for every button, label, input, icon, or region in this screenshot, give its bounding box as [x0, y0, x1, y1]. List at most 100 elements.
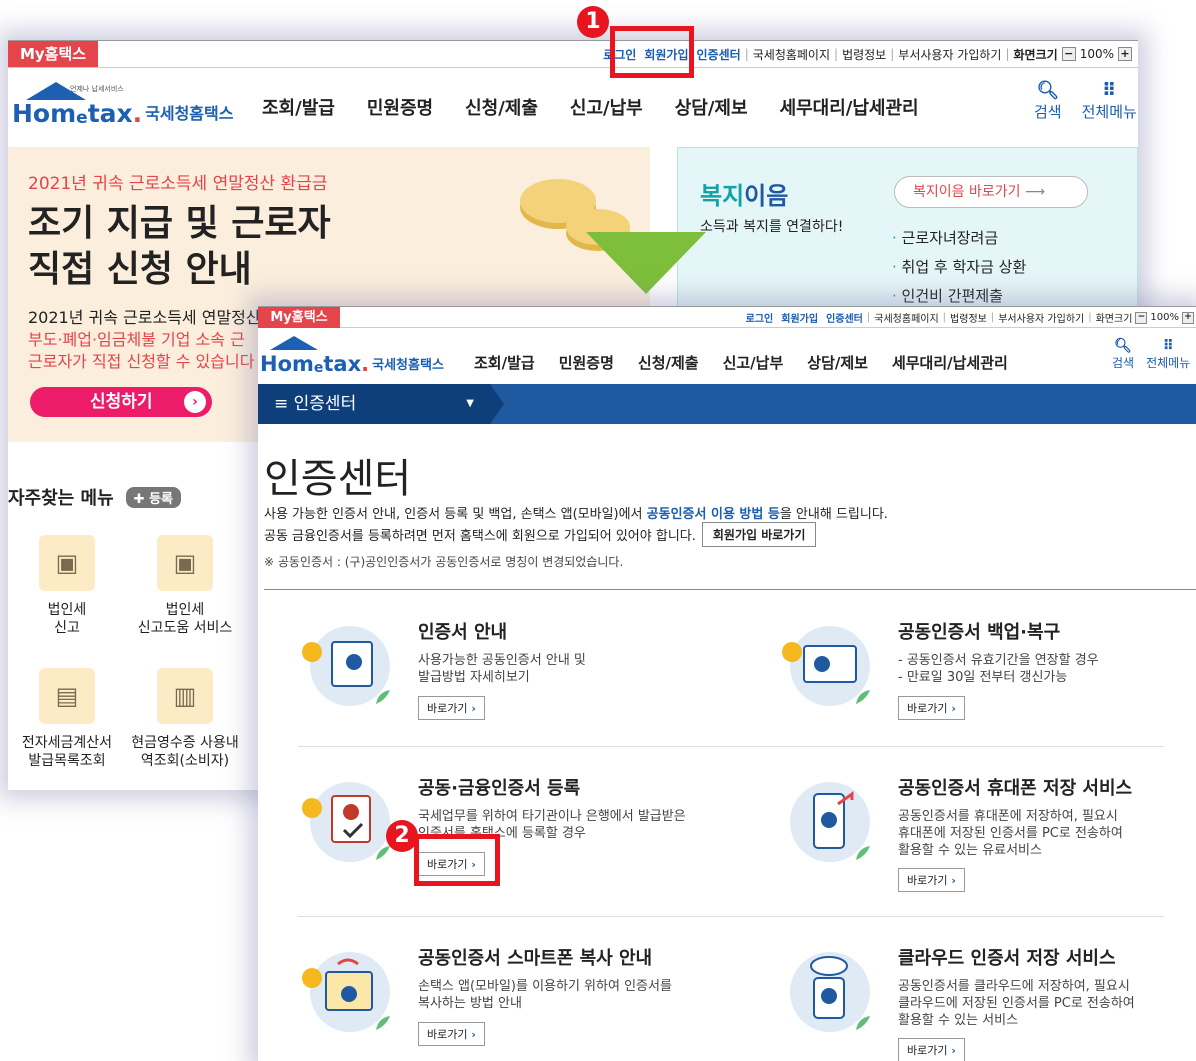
- login-link[interactable]: 로그인: [746, 310, 774, 325]
- banner-title: 조기 지급 및 근로자 직접 신청 안내: [28, 203, 331, 290]
- law-info-link[interactable]: 법령정보: [842, 46, 886, 63]
- breadcrumb[interactable]: ≡ 인증센터 ▼: [258, 384, 504, 424]
- my-hometax-tab[interactable]: My홈택스: [8, 41, 98, 67]
- fav-corp-tax-report[interactable]: ▣ 법인세 신고: [8, 535, 126, 637]
- search-icon: 🔍︎: [1036, 80, 1060, 101]
- nav-apply[interactable]: 신청/제출: [638, 352, 699, 373]
- utility-links: 로그인 회원가입 인증센터 | 국세청홈페이지 | 법령정보 | 부서사용자 가입하기…: [746, 307, 1194, 328]
- go-button[interactable]: 바로가기: [898, 868, 965, 892]
- zoom-out-button[interactable]: −: [1135, 311, 1148, 324]
- fav-cash-receipt[interactable]: ▥ 현금영수증 사용내 역조회(소비자): [126, 668, 244, 770]
- add-favorite-button[interactable]: ✚ 등록: [125, 486, 181, 508]
- step-marker-2: 2: [386, 820, 418, 852]
- go-button[interactable]: 바로가기: [418, 1022, 485, 1046]
- welfare-subtitle: 소득과 복지를 연결하다!: [700, 219, 844, 235]
- cert-center-link[interactable]: 인증센터: [826, 310, 863, 325]
- smartphone-copy-icon: [302, 952, 390, 1032]
- main-nav: 조회/발급 민원증명 신청/제출 신고/납부 상담/제보 세무대리/납세관리: [474, 352, 1008, 373]
- document-search-icon: ▣: [157, 535, 213, 591]
- card-cert-guide: 인증서 안내 사용가능한 공동인증서 안내 및 발급방법 자세히보기 바로가기: [298, 618, 718, 728]
- divider: [298, 746, 1164, 747]
- search-button[interactable]: 🔍︎ 검색: [1112, 338, 1134, 371]
- zoom-level: 100%: [1079, 47, 1114, 61]
- header-tools: 🔍︎ 검색 ⠿ 전체메뉴: [1034, 80, 1137, 122]
- grid-icon: ⠿: [1162, 338, 1174, 354]
- header-tools: 🔍︎ 검색 ⠿ 전체메뉴: [1112, 338, 1190, 371]
- transition-arrow-head: [586, 232, 706, 294]
- cert-register-icon: [302, 782, 390, 862]
- phone-storage-icon: [790, 782, 870, 862]
- nav-agent[interactable]: 세무대리/납세관리: [780, 94, 919, 120]
- nav-inquiry[interactable]: 조회/발급: [474, 352, 535, 373]
- all-menu-button[interactable]: ⠿ 전체메뉴: [1146, 338, 1190, 371]
- fav-e-invoice[interactable]: ▤ 전자세금계산서 발급목록조회: [8, 668, 126, 770]
- go-button[interactable]: 바로가기: [898, 1038, 965, 1061]
- intro-text: 사용 가능한 인증서 안내, 인증서 등록 및 백업, 손택스 앱(모바일)에서…: [264, 507, 888, 522]
- nav-consult[interactable]: 상담/제보: [675, 94, 748, 120]
- join-shortcut-button[interactable]: 회원가입 바로가기: [701, 522, 817, 547]
- search-button[interactable]: 🔍︎ 검색: [1034, 80, 1062, 122]
- my-hometax-tab[interactable]: My홈택스: [258, 307, 340, 328]
- logo-roof-icon: [270, 336, 318, 350]
- nav-civil[interactable]: 민원증명: [367, 94, 433, 120]
- money-search-icon: ▥: [157, 668, 213, 724]
- law-info-link[interactable]: 법령정보: [950, 310, 987, 325]
- nav-report[interactable]: 신고/납부: [723, 352, 784, 373]
- welfare-link-button[interactable]: 복지이음 바로가기 ⟶: [894, 176, 1088, 208]
- search-icon: 🔍︎: [1114, 338, 1132, 354]
- cert-center-window: My홈택스 로그인 회원가입 인증센터 | 국세청홈페이지 | 법령정보 | 부서사용…: [258, 306, 1196, 1061]
- highlight-register-button: [414, 834, 500, 886]
- card-cert-backup: 공동인증서 백업·복구 - 공동인증서 유효기간을 연장할 경우 - 만료일 30…: [778, 618, 1196, 728]
- document-search-icon: ▣: [39, 535, 95, 591]
- breadcrumb-bar: ≡ 인증센터 ▼: [258, 384, 1196, 424]
- dropdown-icon: ▼: [466, 398, 474, 409]
- step-marker-1: 1: [577, 6, 609, 38]
- top-utility-bar: My홈택스 로그인 회원가입 인증센터 | 국세청홈페이지 | 법령정보 | 부서사용…: [258, 306, 1196, 328]
- zoom-out-button[interactable]: −: [1061, 47, 1076, 61]
- hometax-logo[interactable]: 언제나 납세서비스 Hom e tax. 국세청홈택스: [12, 82, 233, 128]
- intro-text-2: 공동 금융인증서를 등록하려면 먼저 홈택스에 회원으로 가입되어 있어야 합니…: [264, 522, 817, 547]
- dept-user-join-link[interactable]: 부서사용자 가입하기: [898, 46, 1001, 63]
- main-nav: 조회/발급 민원증명 신청/제출 신고/납부 상담/제보 세무대리/납세관리: [262, 94, 919, 120]
- list-item[interactable]: · 취업 후 학자금 상환: [892, 253, 1026, 282]
- nav-civil[interactable]: 민원증명: [559, 352, 614, 373]
- join-link[interactable]: 회원가입: [781, 310, 818, 325]
- page-title: 인증센터: [264, 456, 412, 502]
- top-utility-bar: My홈택스 로그인 회원가입 인증센터 | 국세청홈페이지 | 법령정보 | 부서사용…: [8, 40, 1138, 68]
- card-phone-storage: 공동인증서 휴대폰 저장 서비스 공동인증서를 휴대폰에 저장하여, 필요시 휴대…: [778, 774, 1196, 904]
- nts-homepage-link[interactable]: 국세청홈페이지: [874, 310, 938, 325]
- welfare-list: · 근로자녀장려금 · 취업 후 학자금 상환 · 인건비 간편제출: [892, 224, 1026, 311]
- highlight-cert-center: [610, 26, 694, 78]
- card-cert-register: 공동·금융인증서 등록 국세업무를 위하여 타기관이나 은행에서 발급받은 인증서…: [298, 774, 718, 884]
- zoom-in-button[interactable]: +: [1182, 311, 1194, 324]
- nts-homepage-link[interactable]: 국세청홈페이지: [753, 46, 830, 63]
- nav-report[interactable]: 신고/납부: [570, 94, 643, 120]
- banner-subtitle: 2021년 귀속 근로소득세 연말정산 환급금: [28, 174, 328, 194]
- invoice-search-icon: ▤: [39, 668, 95, 724]
- nav-consult[interactable]: 상담/제보: [807, 352, 868, 373]
- go-button[interactable]: 바로가기: [418, 696, 485, 720]
- divider: [298, 916, 1164, 917]
- hometax-logo[interactable]: Hom e tax. 국세청홈택스: [260, 336, 444, 376]
- all-menu-button[interactable]: ⠿ 전체메뉴: [1082, 80, 1137, 122]
- divider: [264, 589, 1196, 590]
- zoom-level: 100%: [1150, 312, 1179, 323]
- cert-backup-icon: [782, 626, 870, 706]
- banner-text: 2021년 귀속 근로소득세 연말정산 부도·폐업·임금체불 기업 소속 근 근…: [28, 308, 261, 371]
- nav-apply[interactable]: 신청/제출: [465, 94, 538, 120]
- welfare-title: 복지이음: [700, 182, 789, 210]
- nav-agent[interactable]: 세무대리/납세관리: [892, 352, 1008, 373]
- cert-center-link[interactable]: 인증센터: [697, 46, 741, 63]
- cert-name-note: ※ 공동인증서 : (구)공인인증서가 공동인증서로 명칭이 변경되었습니다.: [264, 555, 624, 569]
- dept-user-join-link[interactable]: 부서사용자 가입하기: [998, 310, 1084, 325]
- go-button[interactable]: 바로가기: [898, 696, 965, 720]
- zoom-in-button[interactable]: +: [1118, 47, 1132, 61]
- list-item[interactable]: · 근로자녀장려금: [892, 224, 1026, 253]
- cloud-storage-icon: [790, 952, 870, 1032]
- favorites-header: 자주찾는 메뉴 ✚ 등록: [8, 484, 181, 510]
- arrow-right-icon: ›: [184, 391, 206, 413]
- fav-corp-tax-help[interactable]: ▣ 법인세 신고도움 서비스: [126, 535, 244, 637]
- nav-inquiry[interactable]: 조회/발급: [262, 94, 335, 120]
- cert-guide-icon: [302, 626, 390, 706]
- apply-button[interactable]: 신청하기 ›: [30, 387, 212, 417]
